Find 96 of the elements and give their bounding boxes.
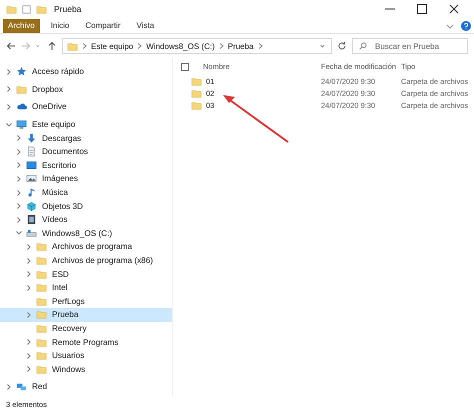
checkbox[interactable]	[181, 62, 189, 70]
back-icon[interactable]	[6, 41, 16, 51]
ribbon-tab[interactable]: Inicio	[46, 18, 74, 32]
chevron-icon[interactable]	[15, 134, 23, 142]
ribbon-tab[interactable]: Compartir	[80, 18, 126, 32]
maximize-icon	[417, 4, 427, 14]
chevron-icon[interactable]	[15, 161, 23, 170]
help-icon[interactable]	[461, 20, 471, 30]
chevron-icon[interactable]	[5, 382, 13, 391]
tree-item[interactable]: OneDrive	[0, 100, 172, 114]
tree-item[interactable]: Acceso rápido	[0, 65, 172, 79]
folder-icon	[191, 100, 202, 110]
tree-item[interactable]: Intel	[0, 280, 172, 294]
document-icon	[26, 146, 37, 158]
tree-item[interactable]: Archivos de programa	[0, 240, 172, 254]
film-icon	[26, 214, 37, 226]
folder-icon	[36, 268, 47, 280]
chevron-icon[interactable]	[15, 229, 23, 238]
tree-item[interactable]: Red	[0, 380, 172, 394]
tree-item[interactable]: Dropbox	[0, 82, 172, 96]
star-icon	[16, 66, 27, 78]
chevron-icon[interactable]	[137, 43, 142, 49]
tree-item[interactable]: Descargas	[0, 131, 172, 145]
tree-item[interactable]: Usuarios	[0, 348, 172, 362]
search-field[interactable]: Buscar en Prueba	[352, 38, 468, 54]
image-icon	[26, 173, 37, 184]
desktop-icon	[26, 160, 37, 171]
folder-icon	[191, 76, 202, 86]
folder-icon	[16, 84, 27, 95]
folder-icon	[36, 255, 47, 266]
ribbon-tab[interactable]: Vista	[132, 18, 160, 32]
chevron-icon[interactable]	[25, 310, 33, 319]
chevron-icon[interactable]	[25, 352, 33, 360]
tree-item[interactable]: Música	[0, 186, 172, 200]
search-icon	[359, 42, 367, 50]
chevron-icon[interactable]	[15, 202, 23, 210]
download-icon	[26, 132, 37, 144]
tree-item[interactable]: Este equipo	[0, 118, 172, 132]
tree-item[interactable]: Imágenes	[0, 172, 172, 186]
folder-icon	[6, 4, 17, 14]
chevron-icon[interactable]	[25, 270, 33, 278]
breadcrumb[interactable]: Este equipo	[91, 42, 134, 50]
tree-item[interactable]: Objetos 3D	[0, 199, 172, 213]
chevron-icon[interactable]	[15, 148, 23, 156]
checklist-icon[interactable]	[21, 4, 32, 14]
tree-item[interactable]: Remote Programs	[0, 335, 172, 349]
folder-icon	[36, 282, 47, 294]
ribbon-tab[interactable]: Archivo	[3, 18, 40, 32]
folder-icon	[36, 364, 47, 375]
chevron-icon[interactable]	[82, 43, 87, 49]
address-bar[interactable]: Este equipo Windows8_OS (C:) Prueba	[62, 38, 332, 54]
window-title: Prueba	[54, 4, 82, 14]
breadcrumb[interactable]: Prueba	[228, 42, 254, 50]
chevron-icon[interactable]	[218, 43, 224, 49]
chevron-icon[interactable]	[25, 365, 33, 374]
breadcrumb[interactable]: Windows8_OS (C:)	[146, 42, 215, 50]
chevron-icon[interactable]	[15, 174, 23, 183]
tree-item[interactable]: Vídeos	[0, 212, 172, 227]
cloud-icon	[16, 101, 27, 112]
chevron-icon[interactable]	[15, 216, 23, 224]
tree-item[interactable]: Prueba	[0, 308, 172, 322]
chevron-icon[interactable]	[258, 43, 263, 49]
tree-item[interactable]: Windows	[0, 362, 172, 376]
tree-item[interactable]: ESD	[0, 267, 172, 281]
chevron-icon[interactable]	[5, 102, 13, 111]
folder-icon	[191, 88, 202, 98]
chevron-icon[interactable]	[25, 242, 33, 251]
refresh-icon[interactable]	[337, 41, 347, 51]
up-icon[interactable]	[47, 41, 57, 51]
chevron-icon[interactable]	[5, 68, 13, 76]
tree-item[interactable]: Escritorio	[0, 158, 172, 172]
music-note-icon	[26, 187, 37, 198]
chevron-icon[interactable]	[25, 284, 33, 292]
folder-icon	[36, 336, 47, 348]
chevron-icon[interactable]	[5, 120, 13, 129]
drive-icon	[26, 228, 37, 239]
chevron-icon[interactable]	[5, 85, 13, 94]
folder-icon	[36, 296, 47, 307]
tree-item[interactable]: Archivos de programa (x86)	[0, 254, 172, 268]
folder-icon	[36, 309, 47, 320]
folder-icon	[36, 241, 47, 252]
chevron-icon[interactable]	[15, 188, 23, 197]
tree-item[interactable]: Windows8_OS (C:)	[0, 226, 172, 240]
monitor-icon	[16, 119, 27, 130]
network-icon	[16, 381, 27, 392]
folder-icon	[67, 40, 78, 52]
new-folder-icon	[36, 4, 47, 14]
folder-icon	[36, 322, 47, 334]
cube-icon	[26, 200, 37, 212]
chevron-icon[interactable]	[25, 256, 33, 265]
close-icon	[449, 4, 459, 14]
folder-icon	[36, 350, 47, 362]
chevron-icon[interactable]	[25, 338, 33, 346]
tree-item[interactable]: Recovery	[0, 322, 172, 336]
tree-item[interactable]: Documentos	[0, 144, 172, 159]
tree-item[interactable]: PerfLogs	[0, 294, 172, 308]
